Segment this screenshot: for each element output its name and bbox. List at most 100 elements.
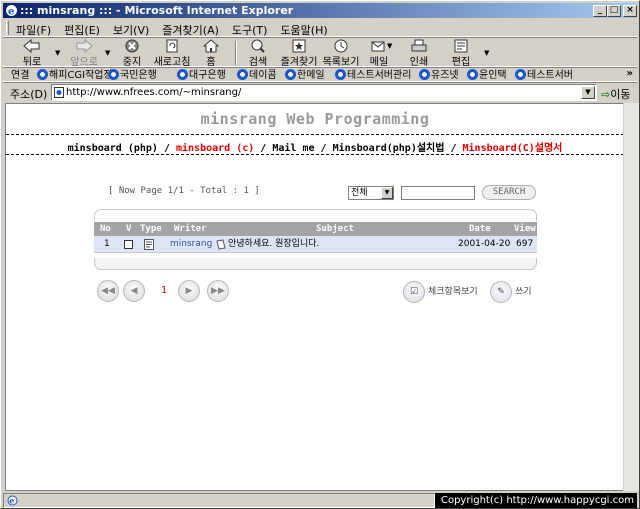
- title-bar[interactable]: e ::: minsrang ::: - Microsoft Internet …: [3, 3, 637, 18]
- link-item[interactable]: 테스트서버관리: [335, 69, 411, 82]
- nav-link-mail-me[interactable]: Mail me: [272, 143, 314, 154]
- row-checkbox[interactable]: [124, 240, 133, 249]
- nav-link-minsboard-c[interactable]: minsboard (c): [176, 143, 254, 154]
- stop-button[interactable]: 중지: [117, 39, 147, 68]
- go-button[interactable]: ⇨이동: [601, 86, 630, 102]
- first-page-button[interactable]: ◀◀: [97, 280, 119, 302]
- search-submit-button[interactable]: SEARCH: [482, 185, 536, 200]
- nav-link-minsboard-php[interactable]: minsboard (php): [68, 143, 158, 154]
- window-title: ::: minsrang ::: - Microsoft Internet Ex…: [20, 4, 294, 17]
- menu-favorites[interactable]: 즐겨찾기(A): [155, 19, 225, 38]
- edit-dropdown-icon[interactable]: ▼: [484, 49, 489, 57]
- col-v: V: [126, 224, 132, 234]
- menu-edit[interactable]: 편집(E): [57, 19, 106, 38]
- nav-link-manual-c[interactable]: Minsboard(C)설명서: [463, 143, 563, 154]
- ie-page-icon: [335, 69, 346, 80]
- search-button[interactable]: 검색: [245, 39, 271, 68]
- status-main: e: [3, 493, 435, 508]
- favorites-button[interactable]: 즐겨찾기: [279, 39, 319, 68]
- search-category-select[interactable]: 전체 ▼: [348, 186, 394, 200]
- divider: [6, 154, 623, 155]
- ie-page-icon: [419, 69, 430, 80]
- back-button[interactable]: 뒤로: [15, 39, 49, 68]
- menu-file[interactable]: 파일(F): [9, 19, 57, 38]
- table-header: No V Type Writer Subject Date View: [94, 222, 537, 236]
- nav-link-install-php[interactable]: Minsboard(php)설치법: [333, 143, 445, 154]
- link-item[interactable]: 한메일: [285, 69, 325, 82]
- row-no: 1: [104, 239, 110, 249]
- history-button[interactable]: 목록보기: [321, 39, 361, 68]
- search-input[interactable]: [401, 186, 475, 200]
- address-url: http://www.nfrees.com/~minsrang/: [66, 87, 242, 98]
- home-button[interactable]: 홈: [199, 39, 223, 68]
- links-label: 연결: [11, 70, 30, 81]
- link-item[interactable]: 데이콤: [237, 69, 277, 82]
- last-page-button[interactable]: ▶▶: [207, 280, 229, 302]
- page-icon: [54, 87, 64, 98]
- row-writer-link[interactable]: minsrang: [170, 236, 212, 253]
- svg-text:e: e: [9, 496, 14, 506]
- go-arrow-icon: ⇨: [601, 88, 611, 101]
- maximize-button[interactable]: □: [607, 5, 621, 17]
- toolbar: 뒤로 ▼ 앞으로 ▼ 중지 새로고침 홈 검색 즐겨찾기 목록보기 메일 ▼ 인…: [3, 37, 637, 68]
- link-item[interactable]: 유즈넷: [419, 69, 459, 82]
- status-bar: e Copyright(c) http://www.happycgi.com: [3, 493, 637, 508]
- col-view: View: [514, 224, 536, 234]
- nav-links: minsboard (php) / minsboard (c) / Mail m…: [67, 143, 563, 154]
- forward-dropdown-icon: ▼: [105, 49, 111, 57]
- col-no: No: [100, 224, 111, 234]
- table-row[interactable]: 1 minsrang 안녕하세요. 원장입니다. 2001-04-20 697: [94, 236, 537, 253]
- row-subject-link[interactable]: 안녕하세요. 원장입니다.: [228, 236, 319, 253]
- write-button[interactable]: ✎ 쓰기: [490, 280, 532, 304]
- address-label: 주소(D): [10, 88, 48, 101]
- ie-page-icon: [108, 69, 119, 80]
- minimize-button[interactable]: _: [593, 5, 607, 17]
- history-icon: [334, 39, 348, 53]
- print-button[interactable]: 인쇄: [407, 39, 431, 68]
- link-item[interactable]: 국민은행: [108, 69, 157, 82]
- ie-page-icon: [467, 69, 478, 80]
- prev-page-button[interactable]: ◀: [123, 280, 145, 302]
- printer-icon: [411, 39, 427, 52]
- refresh-icon: [166, 39, 178, 53]
- forward-button: 앞으로: [65, 39, 103, 68]
- edit-page-icon: [454, 39, 468, 53]
- view-checked-button[interactable]: ☑ 체크항목보기: [403, 280, 478, 304]
- address-input[interactable]: http://www.nfrees.com/~minsrang/ ▼: [51, 84, 597, 101]
- svg-text:e: e: [8, 7, 14, 18]
- col-type: Type: [140, 224, 162, 234]
- browser-window: e ::: minsrang ::: - Microsoft Internet …: [0, 0, 640, 509]
- link-item[interactable]: 윤인택: [467, 69, 507, 82]
- close-button[interactable]: ×: [623, 5, 637, 17]
- link-item[interactable]: 대구은행: [177, 69, 226, 82]
- favorites-icon: [292, 39, 306, 53]
- current-page-number[interactable]: 1: [161, 285, 167, 296]
- menu-help[interactable]: 도움말(H): [273, 19, 333, 38]
- mail-dropdown-icon[interactable]: ▼: [387, 42, 392, 50]
- menu-bar: 파일(F) 편집(E) 보기(V) 즐겨찾기(A) 도구(T) 도움말(H): [3, 19, 637, 37]
- site-title: minsrang Web Programming: [200, 110, 430, 128]
- back-dropdown-icon[interactable]: ▼: [55, 49, 60, 57]
- vertical-scrollbar[interactable]: [623, 103, 639, 491]
- pencil-icon: ✎: [490, 280, 512, 303]
- chevron-down-icon: ▼: [381, 187, 393, 199]
- status-page-icon: e: [7, 495, 18, 506]
- page-info: [ Now Page 1/1 - Total : 1 ]: [108, 186, 260, 196]
- links-more-chevron-icon[interactable]: »: [627, 67, 633, 80]
- link-item[interactable]: 해피CGI작업장: [37, 69, 113, 82]
- ie-page-icon: [285, 69, 296, 80]
- internet-explorer-icon: e: [6, 5, 17, 18]
- refresh-button[interactable]: 새로고침: [151, 39, 193, 68]
- address-bar: 주소(D) http://www.nfrees.com/~minsrang/ ▼…: [3, 82, 637, 101]
- col-date: Date: [469, 224, 491, 234]
- ie-page-icon: [515, 69, 526, 80]
- menu-view[interactable]: 보기(V): [106, 19, 155, 38]
- menu-tools[interactable]: 도구(T): [225, 19, 274, 38]
- forward-arrow-icon: [76, 39, 93, 53]
- next-page-button[interactable]: ▶: [178, 280, 200, 302]
- edit-button[interactable]: 편집: [449, 39, 473, 68]
- link-item[interactable]: 테스트서버: [515, 69, 573, 82]
- ie-page-icon: [237, 69, 248, 80]
- mail-icon: [371, 41, 385, 52]
- address-dropdown-icon[interactable]: ▼: [581, 86, 595, 99]
